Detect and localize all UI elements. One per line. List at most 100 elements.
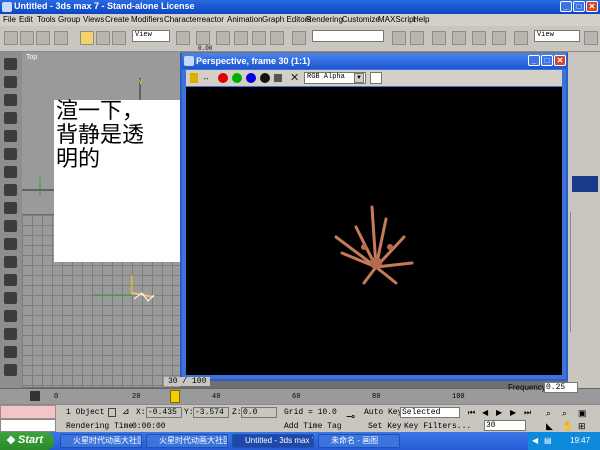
spacewarps-icon[interactable] bbox=[4, 256, 17, 268]
undo-icon[interactable] bbox=[4, 31, 18, 45]
utilities-icon[interactable] bbox=[4, 148, 17, 160]
taskbar-item-paint[interactable]: 未命名 - 画图 bbox=[318, 434, 400, 448]
display-icon[interactable] bbox=[4, 130, 17, 142]
render-scene-icon[interactable] bbox=[492, 31, 506, 45]
blue-channel-icon[interactable] bbox=[246, 73, 256, 83]
dynamics-icon[interactable] bbox=[4, 310, 17, 322]
quick-render-icon[interactable] bbox=[514, 31, 528, 45]
move-icon[interactable] bbox=[80, 31, 94, 45]
cameras-icon[interactable] bbox=[4, 220, 17, 232]
menu-views[interactable]: Views bbox=[83, 15, 104, 24]
menu-maxscript[interactable]: MAXScript bbox=[378, 15, 416, 24]
hierarchy-icon[interactable] bbox=[4, 94, 17, 106]
key-mode-dropdown[interactable]: Selected bbox=[400, 407, 460, 418]
add-time-tag-button[interactable]: Add Time Tag bbox=[284, 422, 342, 431]
auto-key-button[interactable]: Auto Key bbox=[364, 408, 402, 417]
lock-icon[interactable] bbox=[108, 408, 116, 417]
scale-icon[interactable] bbox=[112, 31, 126, 45]
frequency-field[interactable]: 0.25 bbox=[544, 382, 578, 393]
align-icon[interactable] bbox=[410, 31, 424, 45]
clear-icon[interactable]: ✕ bbox=[290, 71, 299, 84]
current-frame-field[interactable]: 30 bbox=[484, 420, 526, 431]
key-icon[interactable]: ⊸ bbox=[346, 410, 355, 423]
key-filters-button[interactable]: Key Filters... bbox=[404, 422, 471, 431]
percent-snap-icon[interactable] bbox=[252, 31, 266, 45]
absolute-mode-icon[interactable]: ⊿ bbox=[122, 406, 130, 417]
go-to-end-icon[interactable]: ⏭ bbox=[524, 408, 531, 418]
x-coordinate-field[interactable]: -0.435 bbox=[146, 407, 182, 418]
rotate-icon[interactable] bbox=[96, 31, 110, 45]
material-editor-icon[interactable] bbox=[472, 31, 486, 45]
particles-icon[interactable] bbox=[4, 292, 17, 304]
zoom-extents-icon[interactable]: ▣ bbox=[578, 408, 587, 419]
menu-character[interactable]: Character bbox=[164, 15, 199, 24]
field-of-view-icon[interactable]: ◣ bbox=[546, 421, 553, 432]
menu-customize[interactable]: Customize bbox=[342, 15, 380, 24]
cloth-icon[interactable] bbox=[4, 346, 17, 358]
tray-speaker-icon[interactable]: ◀ bbox=[532, 436, 538, 445]
select-by-name-icon[interactable] bbox=[54, 31, 68, 45]
red-channel-icon[interactable] bbox=[218, 73, 228, 83]
schematic-view-icon[interactable] bbox=[452, 31, 466, 45]
monochrome-icon[interactable] bbox=[274, 74, 282, 82]
menu-animation[interactable]: Animation bbox=[227, 15, 263, 24]
color-display-swatch[interactable] bbox=[370, 72, 382, 84]
maxscript-listener-pink[interactable] bbox=[0, 405, 56, 419]
named-selection-icon[interactable] bbox=[292, 31, 306, 45]
z-coordinate-field[interactable]: 0.0 bbox=[241, 407, 277, 418]
pan-view-icon[interactable]: ✋ bbox=[562, 421, 573, 432]
zoom-all-icon[interactable]: ⌕ bbox=[562, 408, 567, 419]
go-to-start-icon[interactable]: ⏮ bbox=[468, 408, 475, 418]
set-key-button[interactable]: Set Key bbox=[368, 422, 402, 431]
render-canvas[interactable] bbox=[186, 87, 562, 375]
start-button[interactable]: ❖ Start bbox=[0, 432, 54, 450]
menu-file[interactable]: File bbox=[3, 15, 16, 24]
crosshair-icon[interactable] bbox=[196, 31, 210, 45]
timeline[interactable]: 0 20 40 60 80 100 30 / 100 Frequency: 0.… bbox=[0, 377, 600, 404]
angle-snap-icon[interactable] bbox=[234, 31, 248, 45]
mirror-icon[interactable] bbox=[392, 31, 406, 45]
tray-network-icon[interactable]: ▤ bbox=[544, 436, 552, 445]
select-region-icon[interactable] bbox=[36, 31, 50, 45]
helpers-icon[interactable] bbox=[4, 238, 17, 250]
maximize-button[interactable]: □ bbox=[573, 1, 585, 12]
menu-group[interactable]: Group bbox=[58, 15, 80, 24]
next-frame-icon[interactable]: ▶ bbox=[510, 408, 516, 417]
select-icon[interactable] bbox=[20, 31, 34, 45]
maxscript-listener-white[interactable] bbox=[0, 419, 56, 432]
menu-create[interactable]: Create bbox=[105, 15, 129, 24]
zoom-icon[interactable]: ⌕ bbox=[546, 408, 551, 419]
render-last-icon[interactable] bbox=[584, 31, 598, 45]
menu-graph-editors[interactable]: Graph Editors bbox=[262, 15, 311, 24]
shapes-icon[interactable] bbox=[4, 184, 17, 196]
menu-rendering[interactable]: Rendering bbox=[306, 15, 343, 24]
motion-icon[interactable] bbox=[4, 112, 17, 124]
render-type-dropdown[interactable]: View bbox=[534, 30, 580, 42]
time-slider-thumb[interactable] bbox=[170, 390, 180, 403]
timeline-mini-curve-icon[interactable] bbox=[30, 391, 40, 401]
spinner-snap-icon[interactable] bbox=[270, 31, 284, 45]
taskbar-item-browser-2[interactable]: 火星时代动画大社区... bbox=[146, 434, 228, 448]
green-channel-icon[interactable] bbox=[232, 73, 242, 83]
lights-icon[interactable] bbox=[4, 202, 17, 214]
pivot-icon[interactable] bbox=[176, 31, 190, 45]
clone-icon[interactable]: ↔ bbox=[202, 73, 212, 83]
alpha-channel-icon[interactable] bbox=[260, 73, 270, 83]
systems-icon[interactable] bbox=[4, 274, 17, 286]
modify-icon[interactable] bbox=[4, 76, 17, 88]
menu-reactor[interactable]: reactor bbox=[199, 15, 224, 24]
snap-icon[interactable] bbox=[216, 31, 230, 45]
menu-help[interactable]: Help bbox=[413, 15, 429, 24]
save-bitmap-icon[interactable] bbox=[190, 73, 198, 83]
named-selection-dropdown[interactable] bbox=[312, 30, 384, 42]
menu-modifiers[interactable]: Modifiers bbox=[131, 15, 163, 24]
menu-edit[interactable]: Edit bbox=[19, 15, 33, 24]
minimize-button[interactable]: _ bbox=[560, 1, 572, 12]
menu-tools[interactable]: Tools bbox=[37, 15, 56, 24]
reactor-icon[interactable] bbox=[4, 328, 17, 340]
play-icon[interactable]: ▶ bbox=[496, 408, 502, 417]
render-minimize-button[interactable]: _ bbox=[528, 55, 540, 66]
previous-frame-icon[interactable]: ◀ bbox=[482, 408, 488, 417]
render-maximize-button[interactable]: □ bbox=[541, 55, 553, 66]
pan-icon[interactable] bbox=[4, 364, 17, 376]
